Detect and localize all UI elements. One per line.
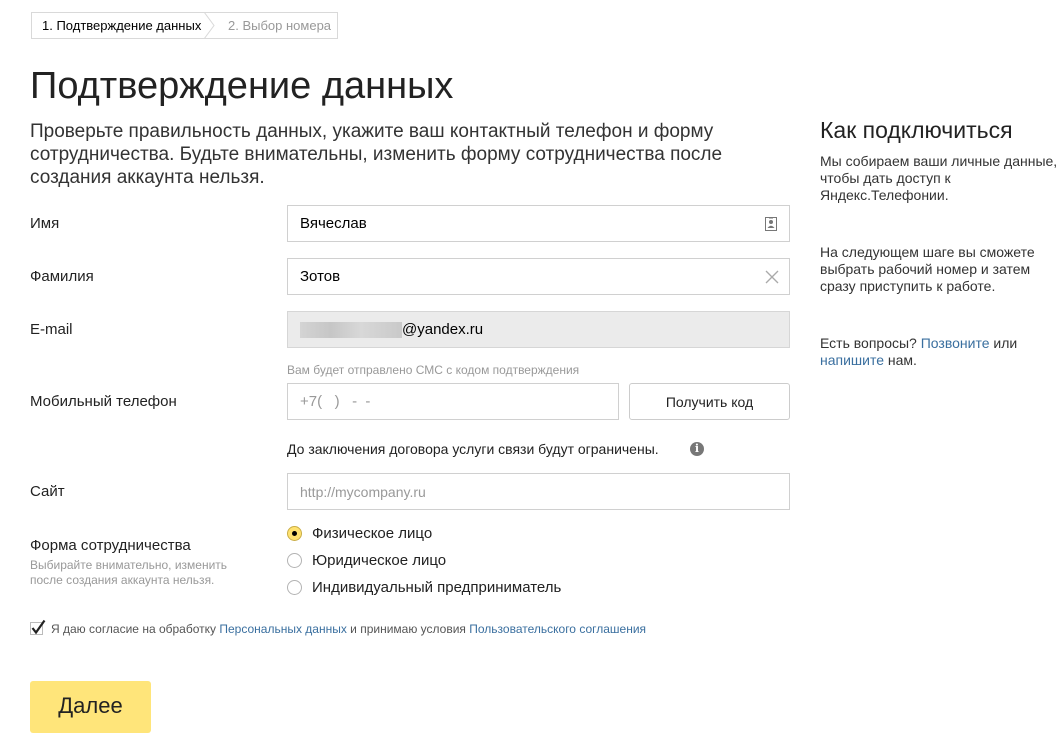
site-placeholder: http://mycompany.ru <box>300 484 426 500</box>
consent-text: Я даю согласие на обработку Персональных… <box>51 622 646 636</box>
sidebar-paragraph-1: Мы собираем ваши личные данные, чтобы да… <box>820 153 1058 203</box>
site-label: Сайт <box>30 483 65 500</box>
email-domain: @yandex.ru <box>402 321 484 338</box>
surname-label: Фамилия <box>30 268 94 285</box>
questions-text: Есть вопросы? <box>820 335 921 351</box>
radio-legal-entity-label[interactable]: Юридическое лицо <box>312 552 446 570</box>
email-field: @yandex.ru <box>287 311 790 348</box>
us-text: нам. <box>884 352 917 368</box>
sidebar-title: Как подключиться <box>820 117 1013 143</box>
phone-input[interactable]: +7( ) - - <box>287 383 619 420</box>
get-code-button[interactable]: Получить код <box>629 383 790 420</box>
call-link[interactable]: Позвоните <box>921 335 990 351</box>
email-username-blurred <box>300 322 402 338</box>
phone-label: Мобильный телефон <box>30 393 177 410</box>
sidebar-paragraph-2: На следующем шаге вы сможете выбрать раб… <box>820 244 1035 294</box>
radio-legal-entity[interactable] <box>287 553 302 568</box>
breadcrumb-separator-icon <box>203 12 215 39</box>
consent-text-part1: Я даю согласие на обработку <box>51 622 220 636</box>
intro-text: Проверьте правильность данных, укажите в… <box>30 121 723 188</box>
radio-entrepreneur-label[interactable]: Индивидуальный предприниматель <box>312 579 561 597</box>
surname-input[interactable]: Зотов <box>287 258 790 295</box>
surname-value: Зотов <box>300 268 341 285</box>
breadcrumb-step-data: 1. Подтверждение данных <box>42 18 202 33</box>
email-label: E-mail <box>30 321 73 338</box>
consent-checkbox[interactable] <box>30 619 46 635</box>
cooperation-hint: Выбирайте внимательно, изменить после со… <box>30 558 228 587</box>
next-button[interactable]: Далее <box>30 681 151 733</box>
breadcrumb-step-number[interactable]: 2. Выбор номера <box>228 13 331 38</box>
site-input[interactable]: http://mycompany.ru <box>287 473 790 510</box>
contact-card-icon[interactable] <box>765 217 777 231</box>
radio-entrepreneur[interactable] <box>287 580 302 595</box>
name-value: Вячеслав <box>300 215 367 232</box>
page-title: Подтверждение данных <box>30 65 454 107</box>
radio-individual[interactable] <box>287 526 302 541</box>
sidebar-paragraph-3: Есть вопросы? Позвоните или напишите нам… <box>820 335 1060 369</box>
info-icon[interactable]: i <box>690 442 704 456</box>
phone-placeholder: +7( ) - - <box>300 393 371 410</box>
consent-text-part2: и принимаю условия <box>346 622 470 636</box>
user-agreement-link[interactable]: Пользовательского соглашения <box>469 622 646 636</box>
personal-data-link[interactable]: Персональных данных <box>219 622 346 636</box>
or-text: или <box>989 335 1018 351</box>
radio-individual-label[interactable]: Физическое лицо <box>312 525 432 543</box>
write-link[interactable]: напишите <box>820 352 884 368</box>
clear-icon[interactable] <box>765 270 779 284</box>
restriction-note: До заключения договора услуги связи буду… <box>287 441 659 457</box>
breadcrumb: 1. Подтверждение данных 2. Выбор номера <box>31 12 338 39</box>
name-label: Имя <box>30 215 60 232</box>
name-input[interactable]: Вячеслав <box>287 205 790 242</box>
sms-hint: Вам будет отправлено СМС с кодом подтвер… <box>287 363 580 377</box>
cooperation-label: Форма сотрудничества <box>30 537 191 554</box>
